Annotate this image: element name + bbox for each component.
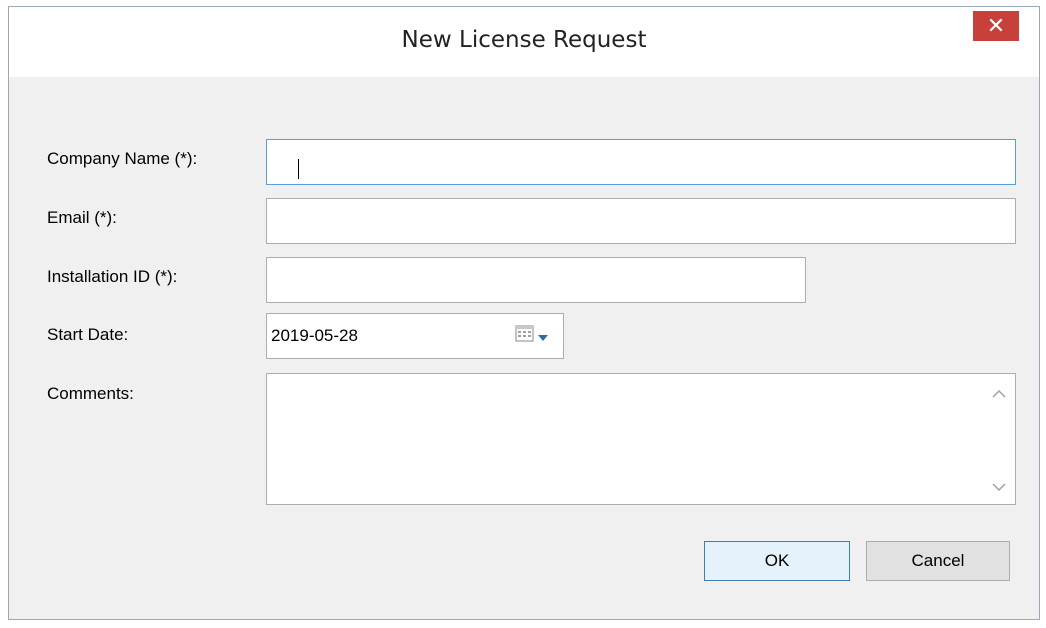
scroll-up-button[interactable] [989, 382, 1009, 402]
installation-id-label: Installation ID (*): [47, 267, 178, 286]
start-date-picker[interactable]: 2019-05-28 [266, 313, 564, 359]
cancel-button[interactable]: Cancel [866, 541, 1010, 581]
company-name-label: Company Name (*): [47, 149, 198, 168]
comments-textarea[interactable] [266, 373, 1016, 505]
date-dropdown-button[interactable] [515, 325, 551, 347]
email-input[interactable] [266, 198, 1016, 244]
email-label: Email (*): [47, 208, 117, 227]
calendar-icon [515, 325, 535, 347]
comments-label: Comments: [47, 384, 134, 403]
chevron-down-icon [992, 477, 1006, 496]
chevron-up-icon [992, 383, 1006, 402]
scroll-down-button[interactable] [989, 476, 1009, 496]
close-icon: ✕ [986, 13, 1006, 39]
installation-id-input[interactable] [266, 257, 806, 303]
start-date-label: Start Date: [47, 325, 129, 344]
company-name-input[interactable] [266, 139, 1016, 185]
title-bar[interactable]: New License Request ✕ [9, 7, 1039, 77]
dialog-window: New License Request ✕ Company Name (*): … [8, 6, 1040, 620]
start-date-value[interactable]: 2019-05-28 [271, 326, 358, 346]
text-caret [298, 159, 299, 179]
dialog-title: New License Request [401, 27, 647, 53]
chevron-down-icon [537, 327, 549, 346]
ok-button[interactable]: OK [704, 541, 850, 581]
close-button[interactable]: ✕ [973, 11, 1019, 41]
